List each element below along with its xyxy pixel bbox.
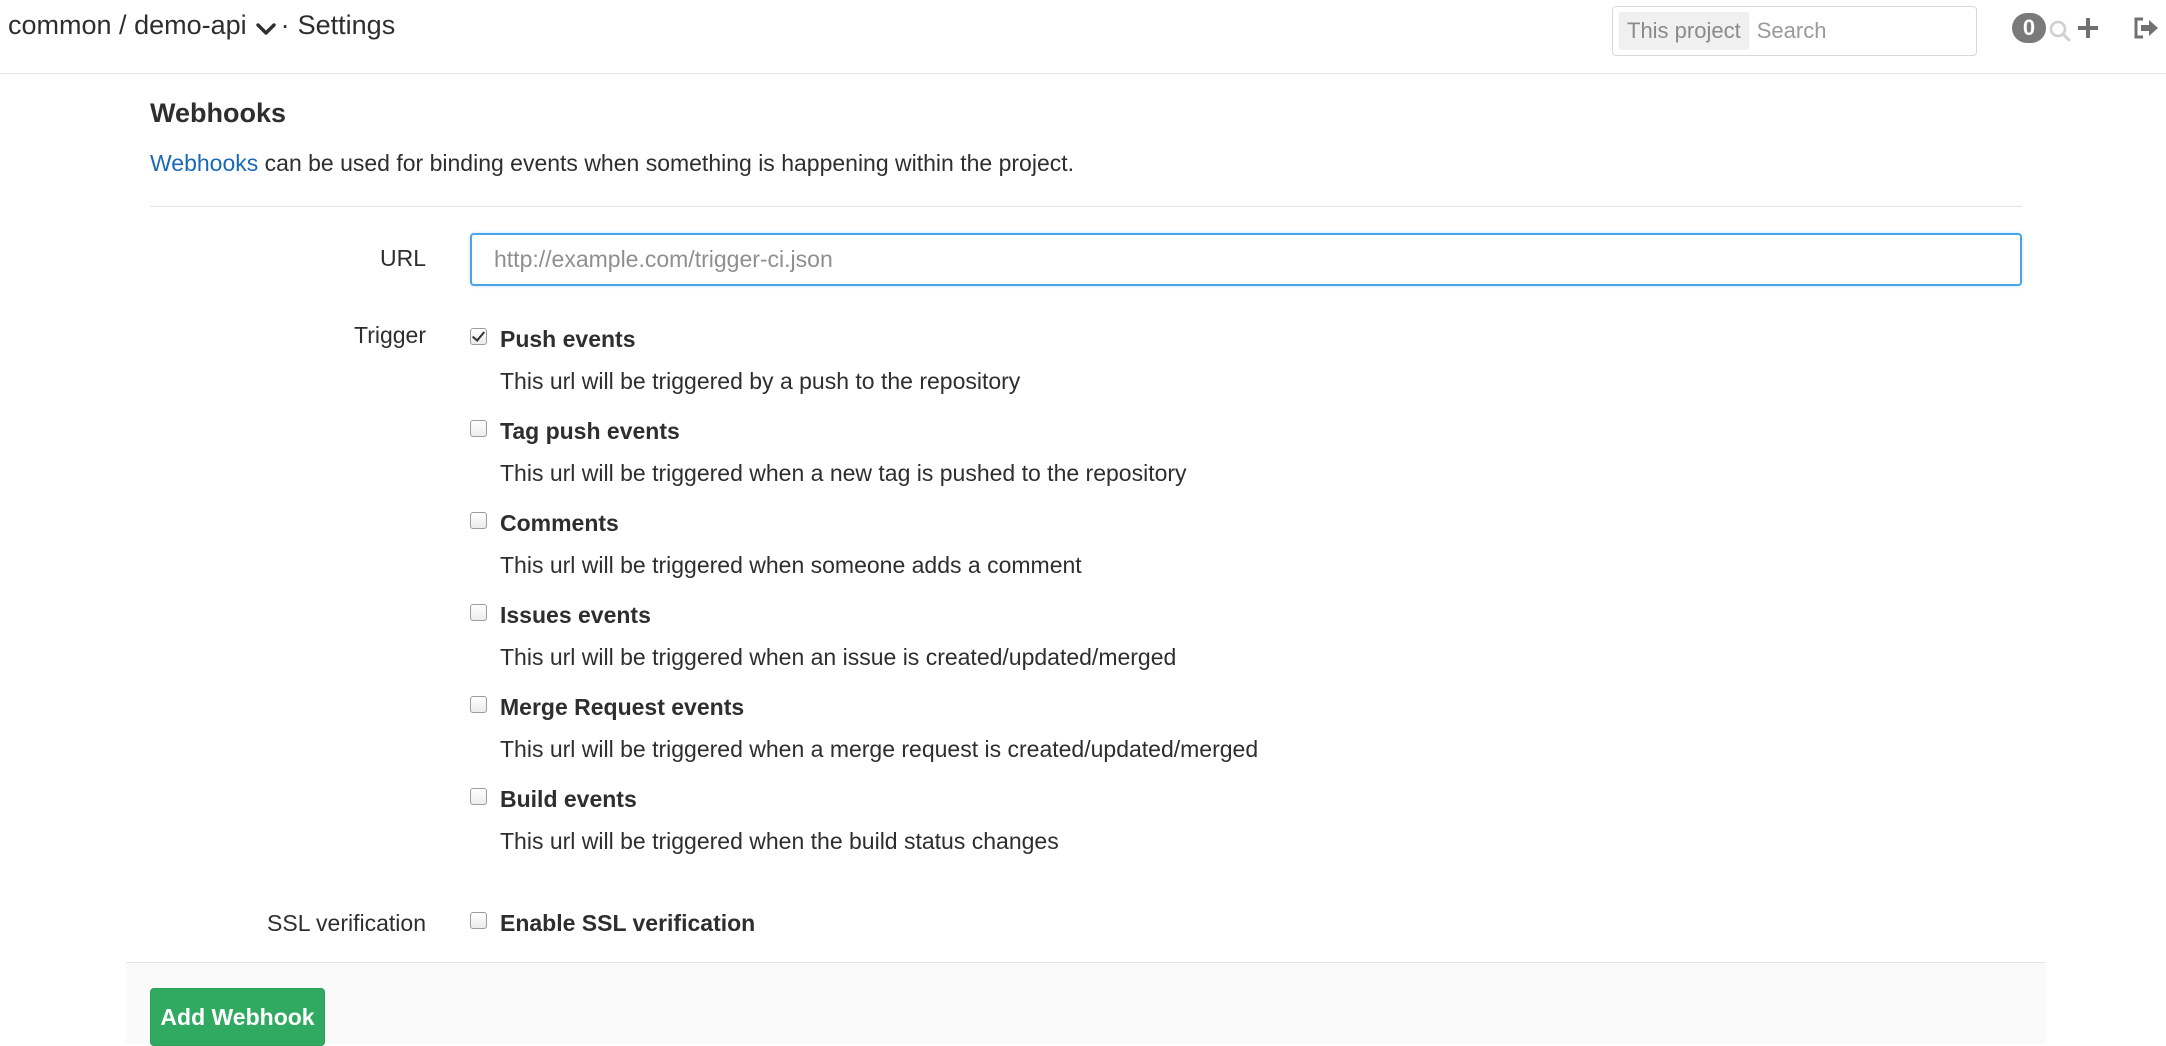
breadcrumb-dot: ·: [280, 10, 290, 40]
ssl-verification-option[interactable]: Enable SSL verification: [500, 910, 755, 937]
breadcrumb: common / demo-api · Settings: [8, 10, 395, 41]
form-actions: [126, 962, 2046, 1044]
merge-request-events-checkbox[interactable]: [470, 696, 487, 713]
push-events-help: This url will be triggered by a push to …: [500, 368, 1021, 394]
ssl-verification-checkbox[interactable]: [470, 912, 487, 929]
breadcrumb-project[interactable]: demo-api: [134, 10, 247, 41]
breadcrumb-namespace[interactable]: common: [8, 10, 112, 41]
url-label: URL: [379, 245, 426, 271]
sign-out-icon[interactable]: [2131, 13, 2161, 43]
push-events-title[interactable]: Push events: [500, 326, 636, 353]
webhooks-description-text: can be used for binding events when some…: [258, 150, 1075, 176]
breadcrumb-page: Settings: [297, 10, 396, 40]
search-box: This project: [1612, 6, 2071, 56]
build-events-checkbox[interactable]: [470, 788, 487, 805]
search-scope-chip[interactable]: This project: [1619, 12, 1749, 50]
chevron-down-icon[interactable]: [255, 16, 277, 38]
search-input[interactable]: [1748, 17, 2047, 45]
webhooks-help-link[interactable]: Webhooks: [150, 150, 258, 176]
breadcrumb-separator: /: [119, 10, 127, 40]
section-divider: [150, 206, 2022, 207]
trigger-label: Trigger: [354, 322, 426, 348]
tag-push-events-checkbox[interactable]: [470, 420, 487, 437]
comments-checkbox[interactable]: [470, 512, 487, 529]
plus-icon[interactable]: [2073, 13, 2103, 43]
comments-title[interactable]: Comments: [500, 510, 619, 537]
url-input[interactable]: [470, 233, 2022, 286]
webhooks-title: Webhooks: [150, 98, 287, 128]
merge-request-events-help: This url will be triggered when a merge …: [500, 736, 1259, 762]
top-header: common / demo-api · Settings This projec…: [0, 0, 2166, 74]
issues-events-checkbox[interactable]: [470, 604, 487, 621]
webhooks-description: Webhooks can be used for binding events …: [150, 150, 1074, 177]
issues-events-help: This url will be triggered when an issue…: [500, 644, 1177, 670]
tag-push-events-title[interactable]: Tag push events: [500, 418, 680, 445]
add-webhook-button[interactable]: Add Webhook: [150, 988, 325, 1046]
comments-help: This url will be triggered when someone …: [500, 552, 1082, 578]
build-events-help: This url will be triggered when the buil…: [500, 828, 1059, 854]
tag-push-events-help: This url will be triggered when a new ta…: [500, 460, 1187, 486]
search-icon[interactable]: [2047, 18, 2073, 44]
merge-request-events-title[interactable]: Merge Request events: [500, 694, 744, 721]
build-events-title[interactable]: Build events: [500, 786, 637, 813]
push-events-checkbox[interactable]: [470, 328, 487, 345]
todos-counter-badge[interactable]: 0: [2012, 13, 2046, 43]
issues-events-title[interactable]: Issues events: [500, 602, 651, 629]
ssl-verification-label: SSL verification: [267, 910, 426, 936]
